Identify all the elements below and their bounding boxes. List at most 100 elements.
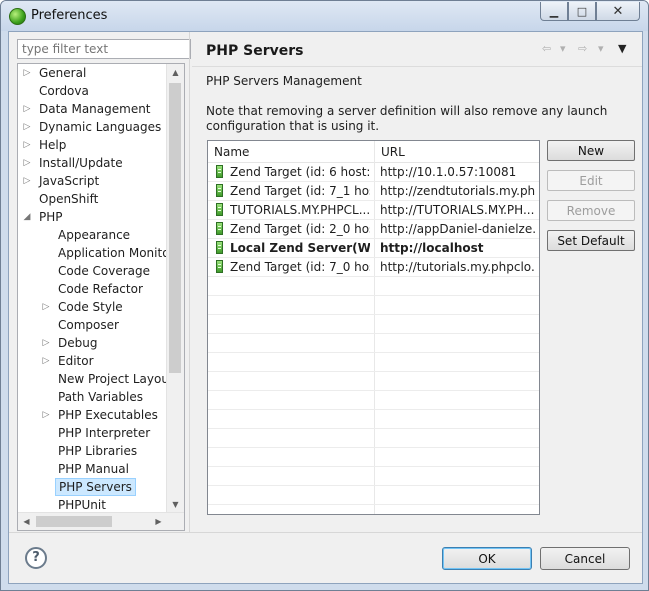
tree-item-label: Appearance <box>58 228 131 242</box>
collapsed-arrow-icon[interactable]: ▷ <box>22 172 32 190</box>
tree-item-label: PHP Executables <box>58 408 158 422</box>
collapsed-arrow-icon[interactable]: ▷ <box>41 406 51 424</box>
view-menu-icon[interactable]: ▼ <box>618 42 626 55</box>
table-row[interactable]: Zend Target (id: 2_0 host... http://appDa… <box>208 220 539 239</box>
horizontal-scroll-thumb[interactable] <box>36 516 112 527</box>
server-url-cell: http://localhost <box>380 241 484 255</box>
server-icon <box>216 184 223 197</box>
new-button[interactable]: New <box>547 140 635 161</box>
tree-item-label: Application Monitor <box>58 246 175 260</box>
scroll-thumb[interactable] <box>169 83 181 373</box>
preferences-tree: PHPUnit PHP Servers PHP Manual PHP Librarie… <box>17 63 185 531</box>
tree-vertical-scrollbar[interactable]: ▲ ▼ <box>166 64 184 513</box>
collapsed-arrow-icon[interactable]: ▷ <box>22 118 32 136</box>
minimize-button[interactable]: ▁ <box>540 2 568 21</box>
table-row[interactable]: TUTORIALS.MY.PHPCL... http://TUTORIALS.MY… <box>208 201 539 220</box>
servers-table: Name URL Zend Target (id: 6 host: ... htt… <box>207 140 540 515</box>
server-icon <box>216 241 223 254</box>
tree-item[interactable]: Code Coverage <box>18 262 166 280</box>
server-name-cell: Zend Target (id: 7_1 host... <box>230 184 370 198</box>
collapsed-arrow-icon[interactable]: ▷ <box>22 154 32 172</box>
collapsed-arrow-icon[interactable]: ▷ <box>41 298 51 316</box>
empty-table-row <box>208 296 539 315</box>
window-title: Preferences <box>31 8 108 23</box>
empty-table-row <box>208 277 539 296</box>
back-menu-chevron-icon[interactable]: ▾ <box>560 42 566 55</box>
expanded-arrow-icon[interactable]: ◢ <box>22 208 32 226</box>
tree-horizontal-scrollbar[interactable]: ◀ ▶ <box>18 512 184 530</box>
server-icon <box>216 165 223 178</box>
tree-item-label: PHP Manual <box>58 462 129 476</box>
tree-item[interactable]: ▷ JavaScript <box>18 172 166 190</box>
title-bar[interactable]: Preferences ▁ □ ✕ <box>1 1 648 31</box>
remove-button[interactable]: Remove <box>547 200 635 221</box>
ok-button[interactable]: OK <box>442 547 532 570</box>
close-button[interactable]: ✕ <box>596 2 640 21</box>
tree-item[interactable]: Path Variables <box>18 388 166 406</box>
tree-item-label: Data Management <box>39 102 151 116</box>
forward-menu-chevron-icon[interactable]: ▾ <box>598 42 604 55</box>
column-header-url[interactable]: URL <box>374 141 539 163</box>
collapsed-arrow-icon[interactable]: ▷ <box>22 136 32 154</box>
footer-divider <box>9 532 642 533</box>
tree-item[interactable]: Composer <box>18 316 166 334</box>
tree-item[interactable]: PHP Manual <box>18 460 166 478</box>
tree-item[interactable]: ▷ Dynamic Languages <box>18 118 166 136</box>
server-icon <box>216 203 223 216</box>
collapsed-arrow-icon[interactable]: ▷ <box>41 352 51 370</box>
table-row[interactable]: Local Zend Server(Wor... http://localhost <box>208 239 539 258</box>
tree-item[interactable]: Application Monitor <box>18 244 174 262</box>
forward-arrow-icon[interactable]: ⇨ <box>578 42 587 55</box>
help-icon[interactable]: ? <box>25 547 47 569</box>
table-row[interactable]: Zend Target (id: 7_1 host... http://zendt… <box>208 182 539 201</box>
back-arrow-icon[interactable]: ⇦ <box>542 42 551 55</box>
edit-button[interactable]: Edit <box>547 170 635 191</box>
collapsed-arrow-icon[interactable]: ▷ <box>41 334 51 352</box>
empty-table-row <box>208 353 539 372</box>
collapsed-arrow-icon[interactable]: ▷ <box>22 64 32 82</box>
tree-item[interactable]: ▷ Code Style <box>18 298 166 316</box>
filter-input[interactable] <box>17 39 191 59</box>
page-title: PHP Servers <box>206 43 304 59</box>
cancel-button[interactable]: Cancel <box>540 547 630 570</box>
tree-item[interactable]: PHP Interpreter <box>18 424 166 442</box>
tree-item-label: OpenShift <box>39 192 99 206</box>
table-row[interactable]: Zend Target (id: 6 host: ... http://10.1.… <box>208 163 539 182</box>
tree-item[interactable]: ▷ Debug <box>18 334 166 352</box>
maximize-button[interactable]: □ <box>568 2 596 21</box>
tree-item[interactable]: ▷ General <box>18 64 166 82</box>
tree-item[interactable]: New Project Layout <box>18 370 174 388</box>
collapsed-arrow-icon[interactable]: ▷ <box>22 100 32 118</box>
server-url-cell: http://zendtutorials.my.ph... <box>380 184 536 198</box>
tree-item[interactable]: Appearance <box>18 226 166 244</box>
tree-item-label: Debug <box>58 336 98 350</box>
table-row[interactable]: Zend Target (id: 7_0 host... http://tutor… <box>208 258 539 277</box>
tree-item[interactable]: ▷ Install/Update <box>18 154 166 172</box>
tree-item-label: PHP <box>39 210 63 224</box>
tree-item-label: General <box>39 66 87 80</box>
tree-item[interactable]: ▷ PHP Executables <box>18 406 166 424</box>
empty-table-row <box>208 429 539 448</box>
empty-table-row <box>208 410 539 429</box>
tree-item[interactable]: PHP Servers <box>18 478 166 496</box>
scroll-left-arrow-icon[interactable]: ◀ <box>18 513 35 530</box>
scroll-right-arrow-icon[interactable]: ▶ <box>150 513 167 530</box>
tree-item[interactable]: ◢ PHP <box>18 208 166 226</box>
tree-item[interactable]: ▷ Data Management <box>18 100 166 118</box>
tree-item[interactable]: OpenShift <box>18 190 166 208</box>
tree-item-label: Dynamic Languages <box>39 120 162 134</box>
tree-item-label: Code Refactor <box>58 282 143 296</box>
tree-item[interactable]: PHP Libraries <box>18 442 166 460</box>
tree-item[interactable]: Cordova <box>18 82 166 100</box>
tree-item[interactable]: Code Refactor <box>18 280 166 298</box>
set-default-button[interactable]: Set Default <box>547 230 635 251</box>
tree-item[interactable]: ▷ Help <box>18 136 166 154</box>
scroll-down-arrow-icon[interactable]: ▼ <box>167 496 184 513</box>
tree-item[interactable]: ▷ Editor <box>18 352 166 370</box>
dialog-body: PHPUnitPHP ServersPHP ManualPHP Librarie… <box>8 31 643 584</box>
panel-sash[interactable] <box>189 32 190 532</box>
scroll-up-arrow-icon[interactable]: ▲ <box>167 64 184 81</box>
column-header-name[interactable]: Name <box>208 141 375 163</box>
server-url-cell: http://tutorials.my.phpclo... <box>380 260 536 274</box>
server-name-cell: Zend Target (id: 7_0 host... <box>230 260 370 274</box>
